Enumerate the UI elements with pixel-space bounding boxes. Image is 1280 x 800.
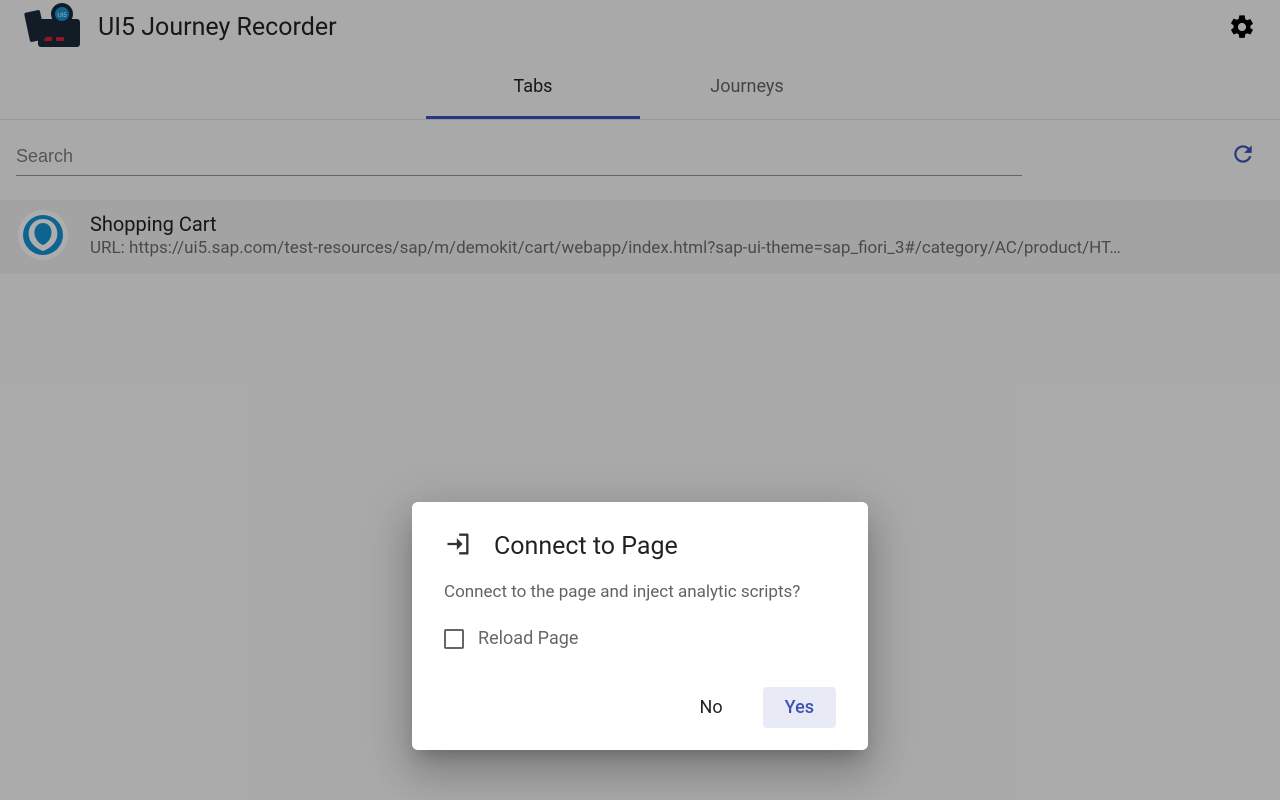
no-button[interactable]: No bbox=[678, 687, 745, 728]
connect-dialog: Connect to Page Connect to the page and … bbox=[412, 502, 868, 750]
dialog-header: Connect to Page bbox=[444, 530, 836, 562]
yes-button[interactable]: Yes bbox=[763, 687, 836, 728]
dialog-title: Connect to Page bbox=[494, 532, 678, 561]
reload-checkbox[interactable] bbox=[444, 629, 464, 649]
login-icon bbox=[444, 530, 472, 562]
reload-checkbox-row[interactable]: Reload Page bbox=[444, 628, 836, 649]
dialog-message: Connect to the page and inject analytic … bbox=[444, 582, 836, 602]
dialog-actions: No Yes bbox=[444, 687, 836, 728]
reload-checkbox-label: Reload Page bbox=[478, 628, 578, 649]
